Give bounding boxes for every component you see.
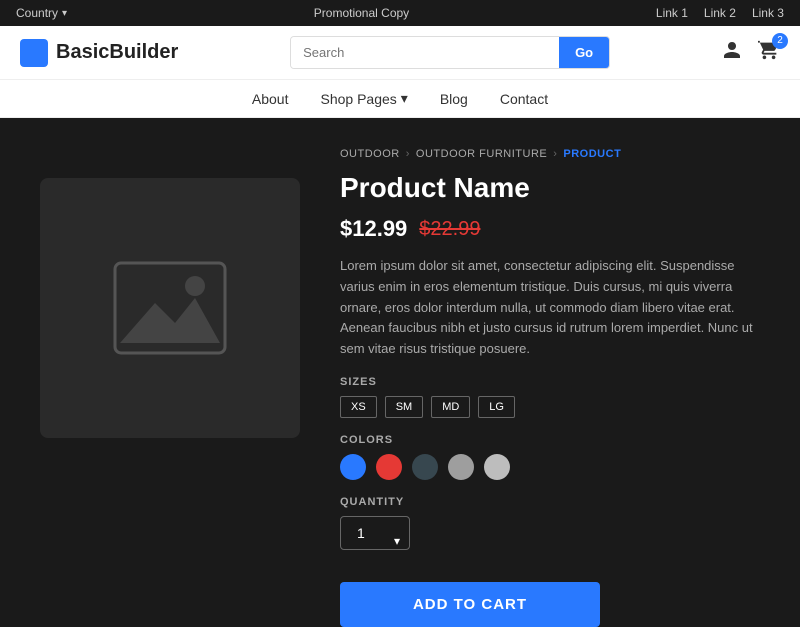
top-link-3[interactable]: Link 3 xyxy=(752,6,784,20)
country-selector[interactable]: Country ▾ xyxy=(16,6,67,20)
top-bar: Country ▾ Promotional Copy Link 1 Link 2… xyxy=(0,0,800,26)
search-button[interactable]: Go xyxy=(559,37,609,68)
cart-badge: 2 xyxy=(772,33,788,49)
product-description: Lorem ipsum dolor sit amet, consectetur … xyxy=(340,256,760,360)
nav-shop-pages[interactable]: Shop Pages ▾ xyxy=(320,90,407,107)
breadcrumb-outdoor: OUTDOOR xyxy=(340,148,400,160)
sizes-label: SIZES xyxy=(340,376,760,388)
sizes-list: XS SM MD LG xyxy=(340,396,760,418)
quantity-label: QUANTITY xyxy=(340,496,760,508)
user-icon[interactable] xyxy=(722,40,742,66)
size-sm[interactable]: SM xyxy=(385,396,424,418)
nav-about[interactable]: About xyxy=(252,91,289,107)
color-red[interactable] xyxy=(376,454,402,480)
add-to-cart-button[interactable]: ADD TO CART xyxy=(340,582,600,627)
product-details: OUTDOOR › OUTDOOR FURNITURE › PRODUCT Pr… xyxy=(340,148,760,573)
image-placeholder-icon xyxy=(110,258,230,358)
color-light[interactable] xyxy=(484,454,510,480)
breadcrumb-sep-1: › xyxy=(406,148,410,160)
product-name: Product Name xyxy=(340,172,760,204)
size-lg[interactable]: LG xyxy=(478,396,515,418)
top-links: Link 1 Link 2 Link 3 xyxy=(656,6,784,20)
breadcrumb-furniture: OUTDOOR FURNITURE xyxy=(416,148,547,160)
search-input[interactable] xyxy=(291,37,559,68)
size-xs[interactable]: XS xyxy=(340,396,377,418)
colors-list xyxy=(340,454,760,480)
sizes-section: SIZES XS SM MD LG xyxy=(340,376,760,418)
country-label: Country xyxy=(16,6,58,20)
main-content: OUTDOOR › OUTDOOR FURNITURE › PRODUCT Pr… xyxy=(0,118,800,603)
logo-text: BasicBuilder xyxy=(56,41,178,64)
header-icons: 2 xyxy=(722,39,780,67)
quantity-wrapper: 1 2 3 4 5 xyxy=(340,516,410,566)
colors-section: COLORS xyxy=(340,434,760,480)
header: BasicBuilder Go 2 xyxy=(0,26,800,80)
quantity-section: QUANTITY 1 2 3 4 5 xyxy=(340,496,760,582)
cart-icon[interactable]: 2 xyxy=(758,39,780,67)
color-dark[interactable] xyxy=(412,454,438,480)
nav: About Shop Pages ▾ Blog Contact xyxy=(0,80,800,118)
color-gray[interactable] xyxy=(448,454,474,480)
logo-icon xyxy=(20,39,48,67)
breadcrumb: OUTDOOR › OUTDOOR FURNITURE › PRODUCT xyxy=(340,148,760,160)
price-current: $12.99 xyxy=(340,216,407,242)
breadcrumb-product: PRODUCT xyxy=(563,148,621,160)
country-chevron: ▾ xyxy=(62,8,67,19)
price-original: $22.99 xyxy=(419,218,480,241)
size-md[interactable]: MD xyxy=(431,396,470,418)
price-row: $12.99 $22.99 xyxy=(340,216,760,242)
quantity-select[interactable]: 1 2 3 4 5 xyxy=(340,516,410,550)
promo-text: Promotional Copy xyxy=(314,6,409,20)
breadcrumb-sep-2: › xyxy=(553,148,557,160)
colors-label: COLORS xyxy=(340,434,760,446)
shop-pages-chevron: ▾ xyxy=(401,90,408,107)
top-link-1[interactable]: Link 1 xyxy=(656,6,688,20)
nav-contact[interactable]: Contact xyxy=(500,91,548,107)
color-blue[interactable] xyxy=(340,454,366,480)
product-image xyxy=(40,178,300,438)
nav-blog[interactable]: Blog xyxy=(440,91,468,107)
top-link-2[interactable]: Link 2 xyxy=(704,6,736,20)
search-bar: Go xyxy=(290,36,610,69)
logo[interactable]: BasicBuilder xyxy=(20,39,178,67)
